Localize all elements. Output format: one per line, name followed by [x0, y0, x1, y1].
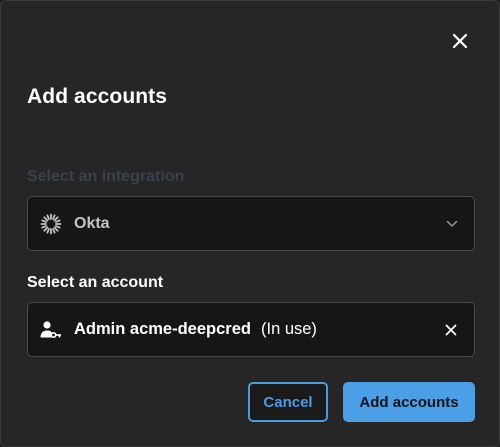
account-name: Admin acme-deepcred — [74, 320, 251, 338]
account-select[interactable]: Admin acme-deepcred (In use) — [27, 302, 475, 357]
close-dialog-button[interactable] — [448, 29, 472, 53]
okta-icon — [40, 213, 62, 235]
chevron-down-icon — [444, 216, 460, 232]
user-key-icon — [39, 318, 63, 342]
integration-label: Select an integration — [27, 168, 185, 185]
integration-select[interactable]: Okta — [27, 196, 475, 251]
cancel-button[interactable]: Cancel — [248, 382, 328, 422]
integration-selected-value: Okta — [74, 214, 110, 232]
dialog-title: Add accounts — [27, 85, 168, 108]
close-icon — [452, 33, 468, 49]
add-accounts-button[interactable]: Add accounts — [343, 382, 475, 422]
add-accounts-dialog: Add accounts Select an integration Okta … — [0, 0, 500, 447]
clear-account-button[interactable] — [443, 322, 459, 338]
account-status: (In use) — [260, 320, 317, 338]
close-icon — [445, 324, 457, 336]
account-label: Select an account — [27, 274, 164, 291]
